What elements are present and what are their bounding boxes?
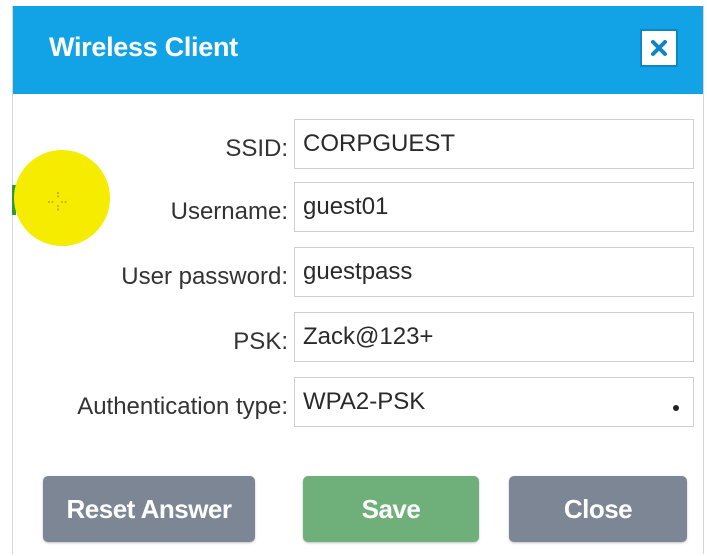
save-button[interactable]: Save xyxy=(303,476,479,542)
dialog-title: Wireless Client xyxy=(49,32,238,62)
auth-type-label: Authentication type: xyxy=(77,393,288,420)
username-label: Username: xyxy=(170,198,288,225)
close-x-glyph xyxy=(651,40,667,56)
close-x-icon[interactable] xyxy=(640,29,678,67)
close-button[interactable]: Close xyxy=(509,476,687,542)
dropdown-arrow-icon xyxy=(673,405,679,411)
username-field[interactable] xyxy=(294,182,694,232)
psk-label: PSK: xyxy=(233,328,288,355)
psk-field[interactable] xyxy=(294,312,694,362)
wireless-client-dialog: Wireless Client SSID: Username: User pas… xyxy=(12,6,704,554)
ssid-label: SSID: xyxy=(225,135,288,162)
reset-answer-button[interactable]: Reset Answer xyxy=(43,476,255,542)
dialog-titlebar: Wireless Client xyxy=(13,6,703,94)
ssid-field[interactable] xyxy=(294,119,694,169)
auth-type-select[interactable]: WPA2-PSK xyxy=(294,377,694,427)
window-edge-marker xyxy=(12,185,16,215)
user-password-label: User password: xyxy=(121,263,288,290)
user-password-field[interactable] xyxy=(294,247,694,297)
